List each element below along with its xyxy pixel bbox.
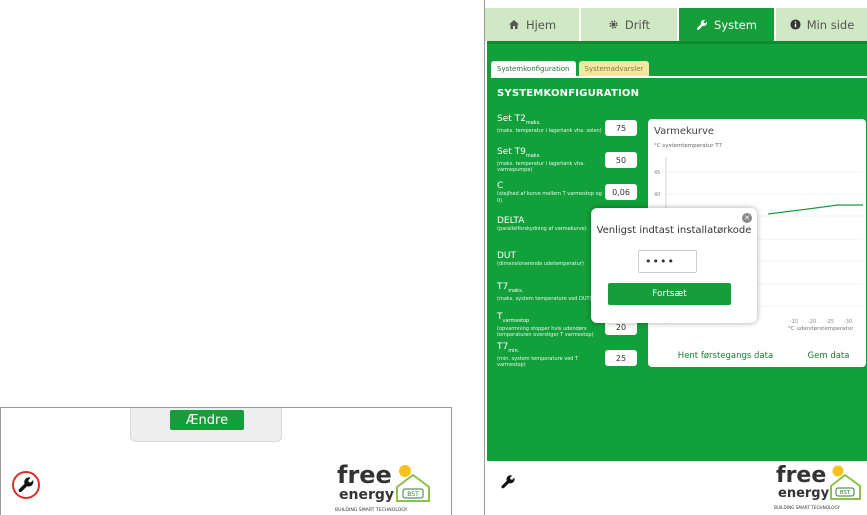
logo-tagline: BUILDING SMART TECHNOLOGY	[774, 505, 841, 510]
subtab-divider	[491, 76, 867, 78]
nav-tab-label: Drift	[624, 17, 651, 32]
left-panel: Ændre free energy BST BUILDING SMART TEC…	[0, 407, 452, 515]
param-t9-max-input[interactable]: 50	[605, 152, 637, 168]
ytick-40: 40	[654, 192, 660, 198]
nav-tab-drift[interactable]: Drift	[581, 8, 679, 41]
installer-code-input[interactable]: ••••	[638, 250, 697, 273]
free-energy-logo: free energy BST BUILDING SMART TECHNOLOG…	[774, 460, 867, 514]
free-energy-logo: free energy BST BUILDING SMART TECHNOLOG…	[335, 459, 439, 515]
wrench-icon[interactable]	[12, 471, 40, 499]
save-data-button[interactable]: Gem data	[794, 347, 863, 365]
change-card: Ændre	[130, 408, 282, 442]
logo-tagline: BUILDING SMART TECHNOLOGY	[335, 507, 408, 513]
nav-tab-label: Min side	[806, 17, 855, 32]
logo-word-free: free	[337, 461, 392, 489]
footer: free energy BST BUILDING SMART TECHNOLOG…	[485, 461, 867, 515]
close-icon[interactable]: ✕	[742, 213, 752, 223]
modal-title: Venligst indtast installatørkode	[596, 225, 752, 236]
logo-badge: BST	[840, 490, 851, 496]
gear-icon	[609, 20, 618, 29]
param-t2-max: Set T2maks. (maks. temperatur i lagertan…	[497, 114, 602, 134]
param-t7-min-input[interactable]: 25	[605, 350, 637, 366]
xtick-30: -30	[844, 319, 852, 325]
load-first-data-button[interactable]: Hent førstegangs data	[662, 347, 789, 365]
param-t2-max-input[interactable]: 75	[605, 120, 637, 136]
logo-badge: BST	[407, 491, 419, 498]
nav-tab-min-side[interactable]: Min side	[776, 8, 867, 41]
installer-code-modal: ✕ Venligst indtast installatørkode •••• …	[591, 208, 757, 323]
param-c-input[interactable]: 0,06	[605, 184, 637, 200]
section-title: SYSTEMKONFIGURATION	[497, 88, 640, 99]
nav-tab-label: Hjem	[525, 17, 557, 32]
chart-xlabel: °C udendørstemperatur	[788, 326, 854, 332]
nav-tab-label: System	[714, 17, 757, 32]
main-nav: Hjem Drift System Min side	[485, 8, 867, 41]
param-t7-min: T7min. (min. system temperature ved T va…	[497, 342, 579, 369]
change-button[interactable]: Ændre	[170, 410, 244, 430]
app-screen: Ændre free energy BST BUILDING SMART TEC…	[0, 0, 867, 515]
xtick-15: -15	[790, 319, 798, 325]
xtick-20: -20	[808, 319, 816, 325]
logo-word-energy: energy	[339, 487, 394, 503]
nav-tab-system[interactable]: System	[679, 8, 776, 41]
param-t9-max: Set T9maks. (maks. temperatur i lagertan…	[497, 147, 585, 174]
logo-word-free: free	[776, 463, 826, 488]
xtick-25: -25	[826, 319, 834, 325]
continue-button[interactable]: Fortsæt	[608, 283, 731, 305]
logo-word-energy: energy	[778, 486, 830, 501]
wrench-icon	[697, 19, 707, 30]
info-icon	[790, 19, 801, 30]
heating-curve-line	[767, 204, 863, 215]
param-c: C (stejlhed af kurve mellem T varmestop …	[497, 181, 602, 204]
subtab-systemadvarsler[interactable]: Systemadvarsler	[578, 61, 650, 76]
right-panel: Hjem Drift System Min side Systemkonfigu…	[484, 0, 867, 515]
subtab-systemkonfiguration[interactable]: Systemkonfiguration	[491, 61, 576, 76]
nav-tab-hjem[interactable]: Hjem	[485, 8, 581, 41]
sub-tabs: Systemkonfiguration Systemadvarsler	[491, 61, 650, 76]
ytick-45: 45	[654, 170, 660, 176]
home-icon	[508, 20, 519, 29]
wrench-icon[interactable]	[500, 474, 516, 494]
system-content: Systemkonfiguration Systemadvarsler SYST…	[487, 41, 867, 461]
